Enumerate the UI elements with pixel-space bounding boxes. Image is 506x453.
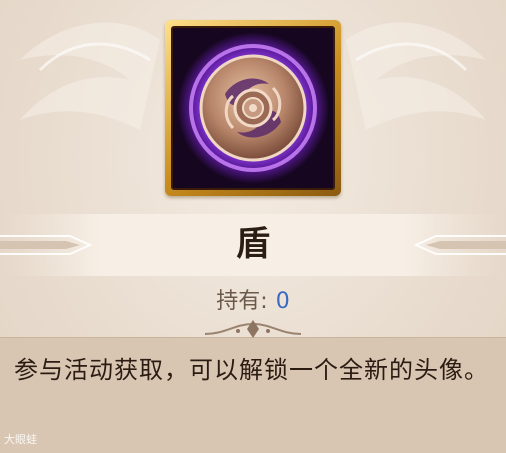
item-name: 盾 [236,224,270,264]
watermark: 大眼蛙 [4,433,37,446]
divider-ornament [204,320,302,338]
item-detail-panel: 盾 持有: 0 参与活动获取，可以解锁一个全新的头像。 大眼蛙 [0,0,506,453]
shield-icon [177,32,329,184]
item-icon-frame [165,20,341,196]
item-description: 参与活动获取，可以解锁一个全新的头像。 [14,356,489,384]
owned-count: 0 [275,289,290,314]
owned-count-row: 持有: 0 [0,284,506,320]
owned-label: 持有: [216,289,268,314]
